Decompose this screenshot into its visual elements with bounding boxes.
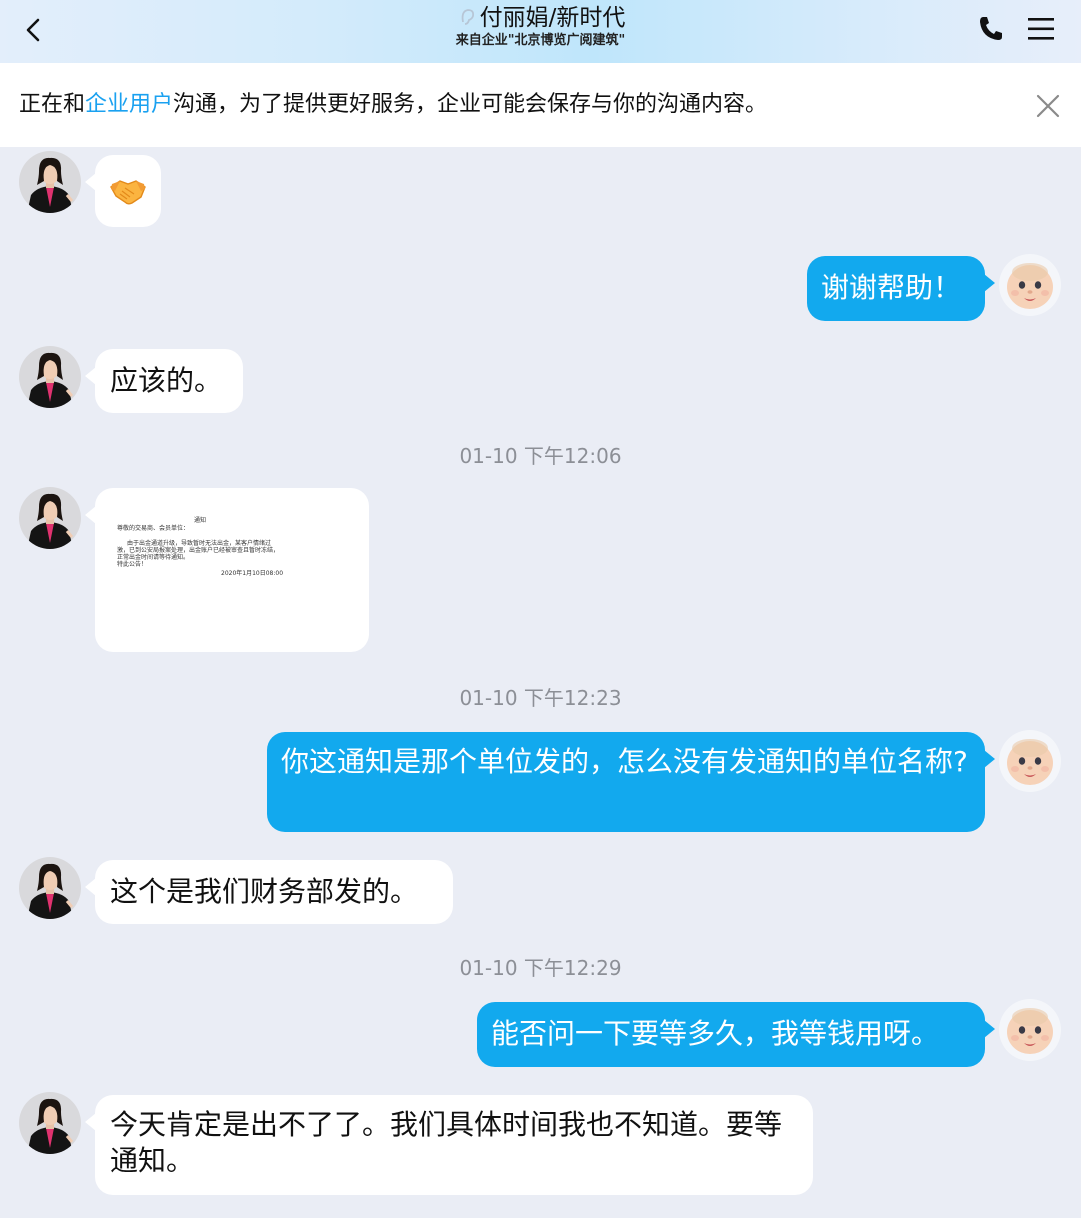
chat-title: 付丽娟/新时代	[479, 5, 626, 31]
user-avatar[interactable]	[999, 999, 1061, 1061]
agent-avatar[interactable]	[19, 857, 81, 919]
message-text: 能否问一下要等多久，我等钱用呀。	[491, 1017, 940, 1050]
message-text: 今天肯定是出不了了。我们具体时间我也不知道。要等通知。	[110, 1108, 783, 1177]
message-timestamp: 01-10 下午12:23	[459, 686, 622, 710]
message-text: 你这通知是那个单位发的，怎么没有发通知的单位名称?	[281, 745, 968, 778]
privacy-notice-text: 正在和企业用户沟通，为了提供更好服务，企业可能会保存与你的沟通内容。	[19, 90, 767, 120]
message-bubble-incoming[interactable]: 这个是我们财务部发的。	[85, 860, 453, 924]
agent-avatar[interactable]	[19, 346, 81, 408]
message-text: 这个是我们财务部发的。	[110, 875, 419, 908]
enterprise-user-link[interactable]: 企业用户	[85, 92, 173, 117]
user-avatar[interactable]	[999, 730, 1061, 792]
chat-title-block: 付丽娟/新时代 来自企业"北京博览广阅建筑"	[0, 4, 1081, 50]
message-text: 谢谢帮助！	[821, 271, 962, 304]
close-icon[interactable]	[1030, 88, 1066, 124]
message-text: 应该的。	[110, 364, 223, 397]
phone-icon[interactable]	[974, 12, 1008, 46]
notice-suffix: 沟通，为了提供更好服务，企业可能会保存与你的沟通内容。	[173, 92, 768, 117]
user-avatar[interactable]	[999, 254, 1061, 316]
notice-prefix: 正在和	[19, 92, 86, 117]
handshake-emoji-icon	[110, 180, 146, 205]
chat-header: 付丽娟/新时代 来自企业"北京博览广阅建筑"	[0, 0, 1081, 63]
message-bubble-outgoing[interactable]: 能否问一下要等多久，我等钱用呀。	[477, 1002, 995, 1067]
message-bubble-incoming[interactable]: 今天肯定是出不了了。我们具体时间我也不知道。要等通知。	[85, 1095, 813, 1195]
message-timestamp: 01-10 下午12:29	[459, 956, 622, 980]
chat-title-row: 付丽娟/新时代	[0, 4, 1081, 32]
agent-avatar[interactable]	[19, 1092, 81, 1154]
message-bubble-outgoing[interactable]: 谢谢帮助！	[807, 256, 995, 321]
notice-doc-date: 2020年1月10日08:00	[221, 570, 284, 577]
agent-avatar[interactable]	[19, 487, 81, 549]
hamburger-menu-icon[interactable]	[1024, 12, 1058, 46]
notice-doc-closing: 特此公告！	[117, 561, 148, 568]
message-timestamp: 01-10 下午12:06	[459, 444, 622, 468]
message-bubble-outgoing[interactable]: 你这通知是那个单位发的，怎么没有发通知的单位名称?	[267, 732, 995, 832]
notice-image-message[interactable]: 通知 尊敬的交易商、会员单位： 由于出金通道升级，导致暂时无法出金，某客户情绪过…	[85, 488, 369, 652]
agent-avatar[interactable]	[19, 151, 81, 213]
ear-icon	[461, 9, 474, 25]
chat-subtitle: 来自企业"北京博览广阅建筑"	[455, 33, 626, 48]
privacy-notice-bar: 正在和企业用户沟通，为了提供更好服务，企业可能会保存与你的沟通内容。	[0, 63, 1081, 147]
message-bubble-incoming[interactable]	[85, 155, 161, 227]
message-bubble-incoming[interactable]: 应该的。	[85, 349, 243, 413]
